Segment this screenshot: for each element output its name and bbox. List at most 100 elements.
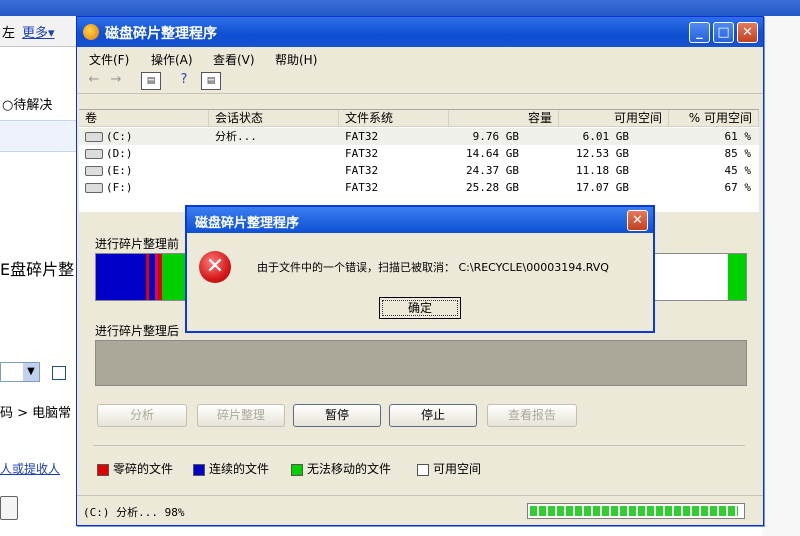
background-button[interactable]: [0, 496, 18, 520]
volume-cell: (C:): [85, 128, 133, 145]
error-icon: ✕: [199, 251, 231, 283]
view-report-button[interactable]: 查看报告: [487, 404, 577, 427]
progress-fill: [530, 506, 738, 516]
volume-row[interactable]: (E:) FAT32 24.37 GB 11.18 GB 45 %: [79, 162, 759, 179]
background-select[interactable]: ▼: [0, 362, 40, 382]
capacity-cell: 9.76 GB: [472, 130, 519, 143]
app-icon: [83, 24, 99, 40]
ok-button[interactable]: 确定: [379, 297, 461, 319]
column-header-free-space[interactable]: 可用空间: [559, 110, 669, 127]
background-link[interactable]: 人或提收人: [0, 460, 60, 477]
column-header-percent-free[interactable]: % 可用空间: [669, 110, 759, 127]
volume-cell: (D:): [85, 145, 133, 162]
filesystem-cell: FAT32: [345, 130, 379, 143]
filesystem-cell: FAT32: [345, 147, 379, 160]
filesystem-cell: FAT32: [345, 164, 379, 177]
fragmented-swatch: [97, 463, 109, 476]
free-space-cell: 12.53 GB: [576, 147, 629, 160]
volume-row[interactable]: (D:) FAT32 14.64 GB 12.53 GB 85 %: [79, 145, 759, 162]
background-right-pane: [762, 16, 800, 536]
legend-label: 连续的文件: [209, 462, 270, 476]
defragmentation-display: [95, 340, 747, 386]
menu-action[interactable]: 操作(A): [151, 51, 193, 68]
background-more-link[interactable]: 更多▾: [22, 22, 55, 41]
status-bar: (C:) 分析... 98%: [77, 495, 763, 526]
menu-file[interactable]: 文件(F): [89, 51, 129, 68]
menu-help[interactable]: 帮助(H): [275, 51, 317, 68]
dialog-message: 由于文件中的一个错误，扫描已被取消： C:\RECYCLE\00003194.R…: [257, 261, 609, 274]
volume-row[interactable]: (F:) FAT32 25.28 GB 17.07 GB 67 %: [79, 179, 759, 196]
column-header-capacity[interactable]: 容量: [449, 110, 559, 127]
legend-fragmented: 零碎的文件: [97, 460, 173, 477]
percent-free-cell: 67 %: [724, 181, 752, 194]
percent-free-cell: 61 %: [724, 130, 752, 143]
unmovable-block: [728, 254, 746, 300]
status-text: (C:) 分析... 98%: [83, 506, 185, 519]
background-toolbar-item[interactable]: 左: [2, 22, 15, 41]
background-row: [0, 120, 76, 152]
capacity-cell: 14.64 GB: [466, 147, 519, 160]
legend-contiguous: 连续的文件: [193, 460, 269, 477]
background-radio-label[interactable]: ○待解决: [2, 94, 52, 113]
analyze-button[interactable]: 分析: [97, 404, 187, 427]
chevron-down-icon: ▼: [23, 363, 39, 381]
column-header-volume[interactable]: 卷: [79, 110, 209, 127]
help-icon[interactable]: ?: [175, 72, 193, 88]
legend-free-space: 可用空间: [417, 460, 481, 477]
toolbar: ← → ▤ ? ▤: [77, 67, 763, 94]
status-cell: 分析...: [215, 130, 257, 143]
error-dialog: 磁盘碎片整理程序 ✕ ✕ 由于文件中的一个错误，扫描已被取消： C:\RECYC…: [185, 205, 655, 333]
close-button[interactable]: ✕: [737, 22, 758, 43]
capacity-cell: 25.28 GB: [466, 181, 519, 194]
drive-icon: [85, 166, 103, 176]
free-space-swatch: [417, 463, 429, 476]
unmovable-swatch: [291, 463, 303, 476]
free-space-cell: 17.07 GB: [576, 181, 629, 194]
forward-icon[interactable]: →: [107, 72, 125, 88]
minimize-button[interactable]: _: [689, 22, 710, 43]
volume-name: (C:): [106, 130, 133, 143]
stop-button[interactable]: 停止: [389, 404, 477, 427]
background-window-titlebar: [0, 0, 800, 16]
volume-list: 卷 会话状态 文件系统 容量 可用空间 % 可用空间 (C:) 分析... FA…: [79, 109, 759, 212]
legend-unmovable: 无法移动的文件: [291, 460, 391, 477]
capacity-cell: 24.37 GB: [466, 164, 519, 177]
menu-view[interactable]: 查看(V): [213, 51, 255, 68]
column-header-session-status[interactable]: 会话状态: [209, 110, 339, 127]
free-space-cell: 11.18 GB: [576, 164, 629, 177]
background-heading: E盘碎片整: [0, 260, 75, 279]
dialog-title: 磁盘碎片整理程序: [195, 216, 300, 231]
contiguous-swatch: [193, 463, 205, 476]
background-breadcrumb: 码 > 电脑常: [0, 406, 72, 421]
column-header-file-system[interactable]: 文件系统: [339, 110, 449, 127]
dialog-titlebar[interactable]: 磁盘碎片整理程序 ✕: [187, 207, 653, 233]
legend-label: 无法移动的文件: [307, 462, 392, 476]
volume-name: (D:): [106, 147, 133, 160]
contiguous-block: [96, 254, 146, 300]
menu-bar: 文件(F) 操作(A) 查看(V) 帮助(H): [77, 47, 763, 67]
analysis-display-label: 进行碎片整理前: [95, 237, 180, 251]
maximize-button[interactable]: □: [713, 22, 734, 43]
background-checkbox[interactable]: [52, 366, 66, 380]
volume-row[interactable]: (C:) 分析... FAT32 9.76 GB 6.01 GB 61 %: [79, 128, 759, 145]
volume-name: (F:): [106, 181, 133, 194]
drive-icon: [85, 132, 103, 142]
volume-cell: (F:): [85, 179, 133, 196]
back-icon[interactable]: ←: [85, 72, 103, 88]
console-icon[interactable]: ▤: [201, 72, 221, 90]
pause-button[interactable]: 暂停: [293, 404, 381, 427]
divider: [93, 445, 745, 446]
percent-free-cell: 45 %: [724, 164, 752, 177]
background-toolbar: 左 更多▾: [0, 16, 76, 47]
free-space-cell: 6.01 GB: [582, 130, 629, 143]
defrag-display-label: 进行碎片整理后: [95, 324, 180, 338]
defragment-button[interactable]: 碎片整理: [197, 404, 285, 427]
legend-label: 可用空间: [433, 462, 482, 476]
legend-label: 零碎的文件: [113, 462, 174, 476]
volume-name: (E:): [106, 164, 133, 177]
window-title: 磁盘碎片整理程序: [105, 26, 217, 42]
window-titlebar[interactable]: 磁盘碎片整理程序 _ □ ✕: [77, 17, 763, 47]
properties-icon[interactable]: ▤: [141, 72, 161, 90]
dialog-close-button[interactable]: ✕: [627, 210, 648, 231]
unmovable-block: [162, 254, 186, 300]
